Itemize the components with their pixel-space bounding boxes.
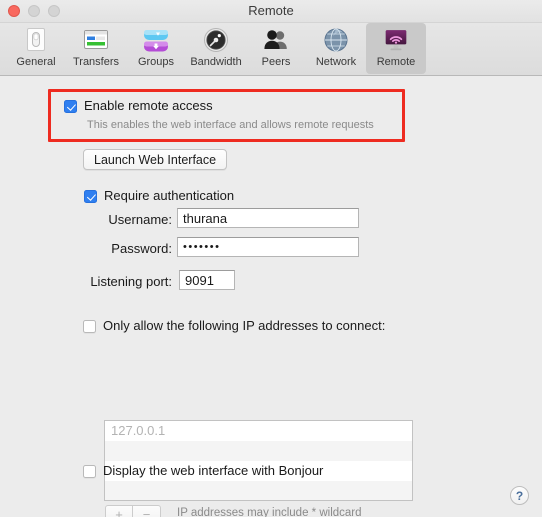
add-ip-button[interactable]: + — [105, 505, 133, 517]
toolbar-item-groups-label: Groups — [137, 56, 175, 68]
toolbar-item-peers[interactable]: Peers — [246, 23, 306, 74]
network-icon — [321, 26, 351, 55]
toolbar-item-network[interactable]: Network — [306, 23, 366, 74]
toolbar-item-peers-label: Peers — [261, 56, 291, 68]
password-label: Password: — [111, 241, 172, 256]
enable-remote-access-checkbox[interactable]: Enable remote access — [64, 98, 213, 114]
list-item[interactable]: 127.0.0.1 — [105, 421, 412, 441]
preferences-window: Remote General Transfers Groups Bandwidt… — [0, 0, 542, 517]
remote-settings-pane: Enable remote access This enables the we… — [0, 76, 542, 517]
password-input[interactable]: ••••••• — [177, 237, 359, 257]
checkbox-unchecked-icon — [83, 320, 96, 333]
list-item[interactable] — [105, 481, 412, 500]
remove-ip-button[interactable]: − — [133, 505, 161, 517]
toolbar-item-bandwidth-label: Bandwidth — [190, 56, 242, 68]
launch-web-interface-button[interactable]: Launch Web Interface — [83, 149, 228, 170]
preferences-toolbar: General Transfers Groups Bandwidth Peers… — [0, 23, 542, 76]
toolbar-item-groups[interactable]: Groups — [126, 23, 186, 74]
username-input[interactable]: thurana — [177, 208, 359, 228]
ip-address-list[interactable]: 127.0.0.1 — [104, 420, 413, 501]
toolbar-item-remote-label: Remote — [376, 56, 416, 68]
bandwidth-icon — [201, 26, 231, 55]
ip-wildcard-hint: IP addresses may include * wildcard — [177, 507, 362, 517]
peers-icon — [261, 26, 291, 55]
toolbar-item-remote[interactable]: Remote — [366, 23, 426, 74]
groups-icon — [141, 26, 171, 55]
checkbox-checked-icon — [84, 190, 97, 203]
enable-remote-access-description: This enables the web interface and allow… — [87, 119, 374, 131]
ip-list-controls: + − — [105, 505, 161, 517]
highlight-annotation — [48, 89, 405, 142]
checkbox-checked-icon — [64, 100, 77, 113]
window-title: Remote — [248, 3, 294, 18]
toolbar-item-bandwidth[interactable]: Bandwidth — [186, 23, 246, 74]
general-icon — [21, 26, 51, 55]
help-button[interactable]: ? — [510, 486, 529, 505]
transfers-icon — [81, 26, 111, 55]
toolbar-item-network-label: Network — [315, 56, 357, 68]
toolbar-item-transfers[interactable]: Transfers — [66, 23, 126, 74]
toolbar-item-general[interactable]: General — [6, 23, 66, 74]
toolbar-item-transfers-label: Transfers — [72, 56, 120, 68]
bonjour-checkbox[interactable]: Display the web interface with Bonjour — [83, 463, 323, 479]
listening-port-input[interactable]: 9091 — [179, 270, 235, 290]
listening-port-label: Listening port: — [90, 274, 172, 289]
bonjour-label: Display the web interface with Bonjour — [103, 463, 324, 478]
remote-icon — [381, 26, 411, 55]
require-authentication-checkbox[interactable]: Require authentication — [84, 188, 234, 204]
titlebar: Remote — [0, 0, 542, 23]
checkbox-unchecked-icon — [83, 465, 96, 478]
username-label: Username: — [108, 212, 172, 227]
ip-filter-checkbox[interactable]: Only allow the following IP addresses to… — [83, 318, 385, 334]
list-item[interactable] — [105, 441, 412, 461]
require-authentication-label: Require authentication — [104, 188, 235, 203]
toolbar-item-general-label: General — [16, 56, 56, 68]
ip-filter-label: Only allow the following IP addresses to… — [103, 318, 386, 333]
enable-remote-access-label: Enable remote access — [84, 98, 213, 113]
